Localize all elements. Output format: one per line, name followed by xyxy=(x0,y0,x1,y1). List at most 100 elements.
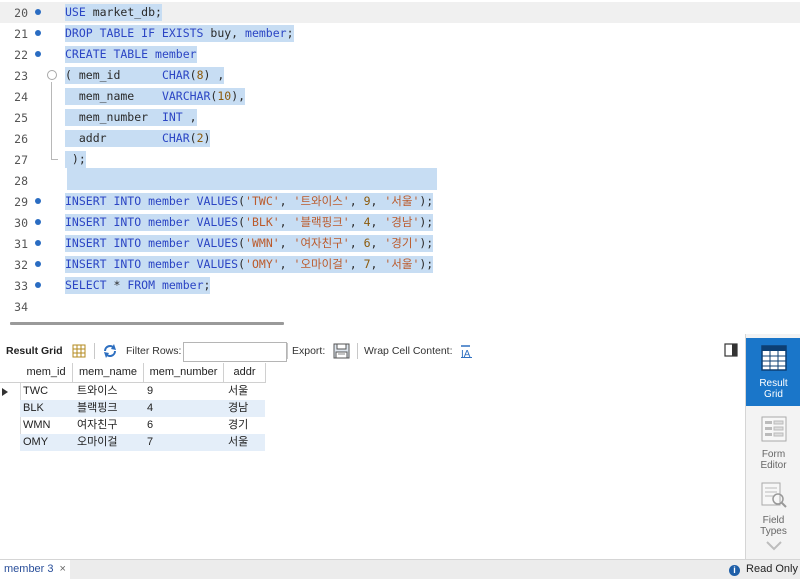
code-line[interactable]: 23 ( mem_id CHAR(8) , xyxy=(0,65,800,86)
export-label: Export: xyxy=(292,345,326,357)
cell-mem-id[interactable]: WMN xyxy=(23,417,51,434)
table-row[interactable]: TWC 트와이스 9 서울 xyxy=(20,383,265,400)
code-token: mem_name xyxy=(65,89,162,103)
cell-mem-id[interactable]: OMY xyxy=(23,434,48,451)
grid-icon[interactable] xyxy=(72,344,86,361)
code-token: INT xyxy=(161,110,183,124)
column-header-mem-name[interactable]: mem_name xyxy=(73,363,144,383)
code-token: member xyxy=(148,215,197,229)
refresh-icon[interactable] xyxy=(102,343,118,362)
code-token: CHAR xyxy=(161,68,190,82)
code-line[interactable]: 26 addr CHAR(2) xyxy=(0,128,800,149)
cell-mem-name[interactable]: 오마이걸 xyxy=(77,434,117,451)
status-bar: member 3 × i Read Only xyxy=(0,559,800,579)
field-types-button[interactable]: Field Types xyxy=(746,480,800,537)
side-scroll-down-button[interactable] xyxy=(746,540,800,556)
code-token: 6 xyxy=(363,236,371,250)
export-icon[interactable] xyxy=(333,343,350,362)
code-token: CREATE TABLE xyxy=(65,47,156,61)
cell-mem-name[interactable]: 여자친구 xyxy=(77,417,117,434)
code-line[interactable]: 29 INSERT INTO member VALUES('TWC', '트와이스… xyxy=(0,191,800,212)
code-line[interactable]: 31 INSERT INTO member VALUES('WMN', '여자친구… xyxy=(0,233,800,254)
line-number: 29 xyxy=(14,195,28,209)
cell-mem-number[interactable]: 9 xyxy=(147,383,153,400)
result-grid-tab[interactable]: Result Grid xyxy=(6,340,63,362)
code-token: ( xyxy=(238,215,246,229)
result-tab-label: member 3 xyxy=(4,563,54,575)
sql-editor[interactable]: 20 USE market_db; 21 DROP TABLE IF EXISTS b… xyxy=(0,0,800,318)
code-line[interactable]: 30 INSERT INTO member VALUES('BLK', '블랙핑크… xyxy=(0,212,800,233)
code-token: addr xyxy=(65,131,162,145)
code-line[interactable]: 21 DROP TABLE IF EXISTS buy, member; xyxy=(0,23,800,44)
code-text: mem_name VARCHAR(10), xyxy=(65,88,246,105)
result-grid-button[interactable]: Result Grid xyxy=(746,338,800,406)
code-token: '블랙핑크' xyxy=(293,215,350,229)
code-token: * xyxy=(113,278,128,292)
cell-mem-name[interactable]: 블랙핑크 xyxy=(77,400,117,417)
form-editor-button[interactable]: Form Editor xyxy=(746,412,800,474)
table-row[interactable]: OMY 오마이걸 7 서울 xyxy=(20,434,265,451)
result-tab-member-3[interactable]: member 3 × xyxy=(0,560,70,579)
column-header-addr[interactable]: addr xyxy=(224,363,266,383)
code-token: 'OMY' xyxy=(245,257,280,271)
cell-mem-id[interactable]: BLK xyxy=(23,400,44,417)
statement-marker-icon xyxy=(35,51,41,57)
line-number: 30 xyxy=(14,216,28,230)
toolbar-divider xyxy=(287,343,288,359)
cell-mem-id[interactable]: TWC xyxy=(23,383,48,400)
code-token: VALUES xyxy=(196,257,239,271)
code-token: 7 xyxy=(363,257,371,271)
cell-addr[interactable]: 경남 xyxy=(228,400,248,417)
code-token: ); xyxy=(419,215,434,229)
code-line[interactable]: 32 INSERT INTO member VALUES('OMY', '오마이걸… xyxy=(0,254,800,275)
code-line[interactable]: 20 USE market_db; xyxy=(0,2,800,23)
cell-addr[interactable]: 서울 xyxy=(228,434,248,451)
fold-toggle-icon[interactable] xyxy=(47,70,57,80)
form-editor-icon xyxy=(761,416,787,445)
code-line[interactable]: 27 ); xyxy=(0,149,800,170)
line-number: 34 xyxy=(14,300,28,314)
table-row[interactable]: WMN 여자친구 6 경기 xyxy=(20,417,265,434)
table-row[interactable]: BLK 블랙핑크 4 경남 xyxy=(20,400,265,417)
code-line[interactable]: 33 SELECT * FROM member; xyxy=(0,275,800,296)
info-icon: i xyxy=(729,565,741,576)
code-token: VALUES xyxy=(196,236,239,250)
horizontal-scrollbar[interactable] xyxy=(10,322,284,325)
code-token: mem_number xyxy=(65,110,162,124)
cell-addr[interactable]: 서울 xyxy=(228,383,248,400)
cell-mem-number[interactable]: 6 xyxy=(147,417,153,434)
code-token: SELECT xyxy=(65,278,114,292)
code-token: , xyxy=(370,194,385,208)
code-line[interactable]: 24 mem_name VARCHAR(10), xyxy=(0,86,800,107)
cell-addr[interactable]: 경기 xyxy=(228,417,248,434)
filter-rows-input[interactable] xyxy=(183,342,287,362)
code-token: 10 xyxy=(217,89,232,103)
code-token: member xyxy=(155,47,197,61)
cell-mem-number[interactable]: 4 xyxy=(147,400,153,417)
cell-mem-name[interactable]: 트와이스 xyxy=(77,383,117,400)
code-text: DROP TABLE IF EXISTS buy, member; xyxy=(65,25,294,42)
line-number: 26 xyxy=(14,132,28,146)
code-text: INSERT INTO member VALUES('BLK', '블랙핑크',… xyxy=(65,214,434,231)
code-token: 2 xyxy=(196,131,204,145)
code-line[interactable]: 22 CREATE TABLE member xyxy=(0,44,800,65)
code-token: DROP TABLE IF EXISTS xyxy=(65,26,211,40)
code-line[interactable]: 25 mem_number INT , xyxy=(0,107,800,128)
code-line[interactable]: 34 xyxy=(0,296,800,317)
column-header-mem-number[interactable]: mem_number xyxy=(144,363,224,383)
line-number: 25 xyxy=(14,111,28,125)
wrap-text-icon[interactable]: IA xyxy=(460,345,474,361)
result-grid-label-line1: Result xyxy=(759,378,788,389)
column-header-mem-id[interactable]: mem_id xyxy=(20,363,73,383)
code-token: ( xyxy=(189,68,197,82)
line-number: 32 xyxy=(14,258,28,272)
statement-marker-icon xyxy=(35,9,41,15)
read-only-indicator: i Read Only xyxy=(729,560,798,579)
row-header-corner xyxy=(0,363,21,383)
cell-mem-number[interactable]: 7 xyxy=(147,434,153,451)
code-token: VALUES xyxy=(196,215,239,229)
close-icon[interactable]: × xyxy=(60,563,66,575)
panel-toggle-icon[interactable] xyxy=(724,343,738,360)
code-token: market_db; xyxy=(92,5,162,19)
code-text: CREATE TABLE member xyxy=(65,46,197,63)
